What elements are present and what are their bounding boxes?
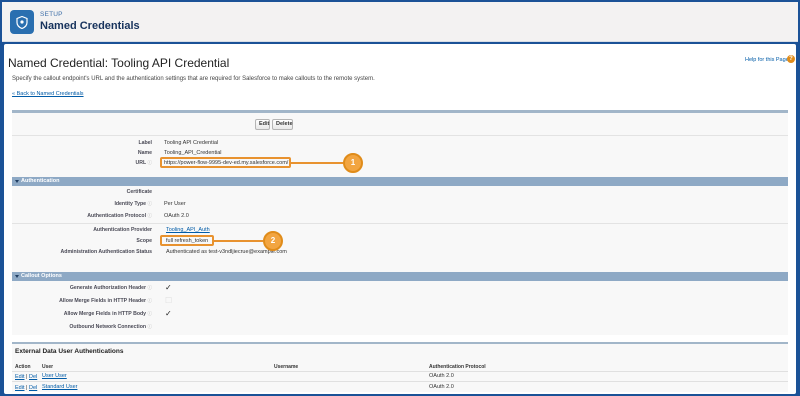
setup-header: SETUP Named Credentials <box>2 2 798 42</box>
auth-protocol-label: Authentication Protocol ⓘ <box>32 213 152 219</box>
info-icon: ⓘ <box>147 311 153 316</box>
help-link[interactable]: Help for this Page <box>745 57 789 63</box>
row-divider <box>12 381 788 382</box>
related-list-title: External Data User Authentications <box>15 348 124 355</box>
gen-auth-header-label-text: Generate Authorization Header <box>69 285 147 291</box>
url-label-text: URL <box>135 160 147 166</box>
window-frame: SETUP Named Credentials Named Credential… <box>0 0 800 396</box>
divider <box>12 223 788 224</box>
delete-link[interactable]: Del <box>29 385 37 391</box>
page-title: Named Credential: Tooling API Credential <box>8 56 230 70</box>
url-field-label: URL ⓘ <box>72 160 152 166</box>
column-header-action: Action <box>15 364 31 370</box>
checked-icon: ✓ <box>165 283 172 292</box>
action-separator: | <box>26 374 28 380</box>
external-data-user-auth-list: External Data User Authentications Actio… <box>12 342 788 392</box>
auth-protocol-label-text: Authentication Protocol <box>87 213 147 219</box>
name-field-value: Tooling_API_Credential <box>164 150 222 156</box>
info-icon: ⓘ <box>147 298 153 303</box>
authentication-section-header[interactable]: Authentication <box>12 177 788 186</box>
outbound-connection-label: Outbound Network Connection ⓘ <box>22 324 152 330</box>
checked-icon: ✓ <box>165 309 172 318</box>
row-divider <box>12 371 788 372</box>
page-description: Specify the callout endpoint's URL and t… <box>12 76 375 82</box>
protocol-cell: OAuth 2.0 <box>429 384 454 390</box>
merge-header-label-text: Allow Merge Fields in HTTP Header <box>59 298 147 304</box>
identity-type-label: Identity Type ⓘ <box>52 201 152 207</box>
named-credentials-shield-icon <box>10 10 34 34</box>
delete-button[interactable]: Delete <box>272 119 293 130</box>
column-header-username: Username <box>274 364 299 370</box>
info-icon: ⓘ <box>147 285 153 290</box>
callout-options-section-header[interactable]: Callout Options <box>12 272 788 281</box>
column-header-auth-protocol: Authentication Protocol <box>429 364 486 370</box>
name-field-label: Name <box>137 150 152 156</box>
table-row-action: Edit | Del <box>15 374 37 380</box>
info-icon: ⓘ <box>147 201 153 206</box>
merge-body-label: Allow Merge Fields in HTTP Body ⓘ <box>22 311 152 317</box>
detail-panel: Edit Delete Label Tooling API Credential… <box>12 110 788 335</box>
help-icon[interactable]: ? <box>787 55 795 63</box>
callout-connector <box>291 162 343 164</box>
auth-provider-label: Authentication Provider <box>93 227 152 233</box>
back-to-named-credentials-link[interactable]: « Back to Named Credentials <box>12 91 84 97</box>
action-separator: | <box>26 385 28 391</box>
authentication-section-title: Authentication <box>21 178 60 184</box>
merge-header-label: Allow Merge Fields in HTTP Header ⓘ <box>22 298 152 304</box>
main-content: Named Credential: Tooling API Credential… <box>4 44 796 394</box>
callout-connector <box>214 240 263 242</box>
certificate-label: Certificate <box>126 189 152 195</box>
auth-provider-link[interactable]: Tooling_API_Auth <box>166 227 210 233</box>
auth-protocol-value: OAuth 2.0 <box>164 213 189 219</box>
scope-label: Scope <box>136 238 152 244</box>
column-header-user: User <box>42 364 54 370</box>
outbound-connection-label-text: Outbound Network Connection <box>69 324 147 330</box>
divider <box>12 135 788 136</box>
edit-button[interactable]: Edit <box>255 119 270 130</box>
callout-number-1: 1 <box>343 153 363 173</box>
callout-highlight-scope <box>160 235 214 246</box>
header-section-label: SETUP <box>40 11 63 18</box>
collapse-triangle-icon <box>15 180 19 183</box>
identity-type-value: Per User <box>164 201 186 207</box>
unchecked-icon: ☐ <box>165 296 173 305</box>
user-link[interactable]: Standard User <box>42 384 77 390</box>
table-row-action: Edit | Del <box>15 385 37 391</box>
callout-number-2: 2 <box>263 231 283 251</box>
identity-type-label-text: Identity Type <box>114 201 147 207</box>
label-field-value: Tooling API Credential <box>164 140 219 146</box>
edit-link[interactable]: Edit <box>15 374 24 380</box>
info-icon: ⓘ <box>147 160 153 165</box>
collapse-triangle-icon <box>15 275 19 278</box>
delete-link[interactable]: Del <box>29 374 37 380</box>
info-icon: ⓘ <box>147 324 153 329</box>
edit-link[interactable]: Edit <box>15 385 24 391</box>
merge-body-label-text: Allow Merge Fields in HTTP Body <box>63 311 147 317</box>
protocol-cell: OAuth 2.0 <box>429 373 454 379</box>
admin-auth-status-label: Administration Authentication Status <box>60 249 152 255</box>
user-link[interactable]: User User <box>42 373 67 379</box>
header-title: Named Credentials <box>40 20 140 32</box>
callout-highlight-url <box>160 157 291 168</box>
callout-options-section-title: Callout Options <box>21 273 62 279</box>
label-field-label: Label <box>138 140 152 146</box>
info-icon: ⓘ <box>147 213 153 218</box>
gen-auth-header-label: Generate Authorization Header ⓘ <box>32 285 152 291</box>
